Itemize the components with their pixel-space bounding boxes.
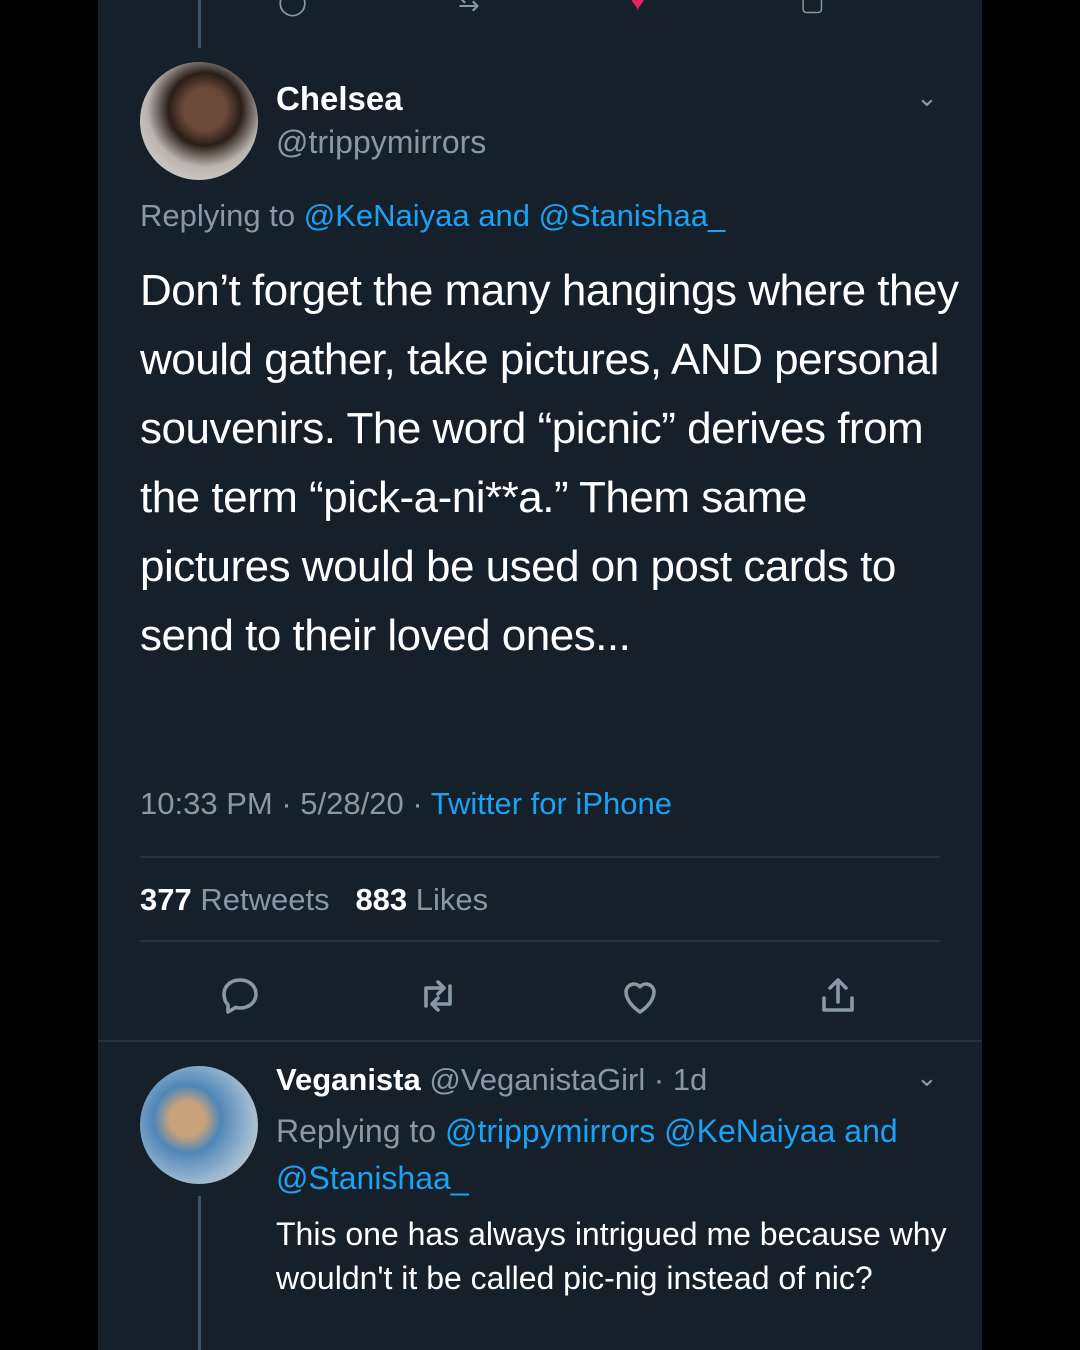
share-button[interactable] <box>814 972 862 1020</box>
reply-button[interactable] <box>216 972 264 1020</box>
retweet-icon[interactable]: ⇆ <box>458 0 480 17</box>
chevron-down-icon[interactable]: ⌄ <box>916 1062 938 1093</box>
previous-tweet-actions: ◯ ⇆ ♥ ▢ <box>98 0 982 16</box>
likes-count: 883 <box>355 882 408 917</box>
reply-age[interactable]: 1d <box>673 1062 707 1097</box>
reply-author-name[interactable]: Veganista <box>276 1062 421 1097</box>
reply-text: This one has always intrigued me because… <box>276 1216 947 1296</box>
tweet-date[interactable]: 5/28/20 <box>300 786 403 821</box>
tweet-text: Don’t forget the many hangings where the… <box>140 266 959 660</box>
replying-prefix: Replying to <box>140 198 296 233</box>
tweet-stats: 377 Retweets 883 Likes <box>140 882 488 918</box>
mention-link[interactable]: @KeNaiyaa <box>664 1113 835 1149</box>
retweet-icon <box>424 980 452 1012</box>
author-handle[interactable]: @trippymirrors <box>276 124 486 161</box>
avatar[interactable] <box>140 62 258 180</box>
replying-to: Replying to @trippymirrors @KeNaiyaa and… <box>276 1108 966 1202</box>
thread-line <box>198 0 201 48</box>
tweet-meta: 10:33 PM · 5/28/20 · Twitter for iPhone <box>140 786 672 822</box>
mention-link[interactable]: @trippymirrors <box>445 1113 655 1149</box>
share-icon <box>822 978 854 1012</box>
chevron-down-icon[interactable]: ⌄ <box>916 82 938 113</box>
tweet-source[interactable]: Twitter for iPhone <box>431 786 672 821</box>
share-icon[interactable]: ▢ <box>800 0 825 17</box>
mention-link[interactable]: @Stanishaa_ <box>276 1160 469 1196</box>
replying-prefix: Replying to <box>276 1113 437 1149</box>
mention-link[interactable]: @KeNaiyaa <box>304 198 470 233</box>
separator: · <box>412 786 423 821</box>
thread-line <box>198 1196 201 1350</box>
heart-icon[interactable]: ♥ <box>630 0 645 17</box>
reply-author-handle[interactable]: @VeganistaGirl <box>429 1062 645 1097</box>
reply-icon <box>222 978 258 1014</box>
retweet-button[interactable] <box>414 972 462 1020</box>
reply-header: Veganista @VeganistaGirl · 1d <box>276 1062 707 1098</box>
tweet-time[interactable]: 10:33 PM <box>140 786 273 821</box>
likes-stat[interactable]: 883 Likes <box>355 882 488 917</box>
replying-and: and <box>844 1113 898 1149</box>
mention-link[interactable]: @Stanishaa_ <box>539 198 726 233</box>
divider <box>98 1040 982 1042</box>
replying-and: and <box>478 198 530 233</box>
separator: · <box>281 786 292 821</box>
replying-to: Replying to @KeNaiyaa and @Stanishaa_ <box>140 198 725 234</box>
reply-icon[interactable]: ◯ <box>278 0 307 17</box>
avatar[interactable] <box>140 1066 258 1184</box>
like-button[interactable] <box>616 972 664 1020</box>
author-name[interactable]: Chelsea <box>276 80 403 118</box>
retweets-stat[interactable]: 377 Retweets <box>140 882 330 917</box>
retweets-count: 377 <box>140 882 192 917</box>
tweet-detail-panel: ◯ ⇆ ♥ ▢ Chelsea @trippymirrors ⌄ Replyin… <box>98 0 982 1350</box>
heart-icon <box>624 982 656 1014</box>
divider <box>140 856 940 858</box>
divider <box>140 940 940 942</box>
retweets-label: Retweets <box>200 882 330 917</box>
likes-label: Likes <box>415 882 489 917</box>
separator: · <box>653 1062 665 1097</box>
